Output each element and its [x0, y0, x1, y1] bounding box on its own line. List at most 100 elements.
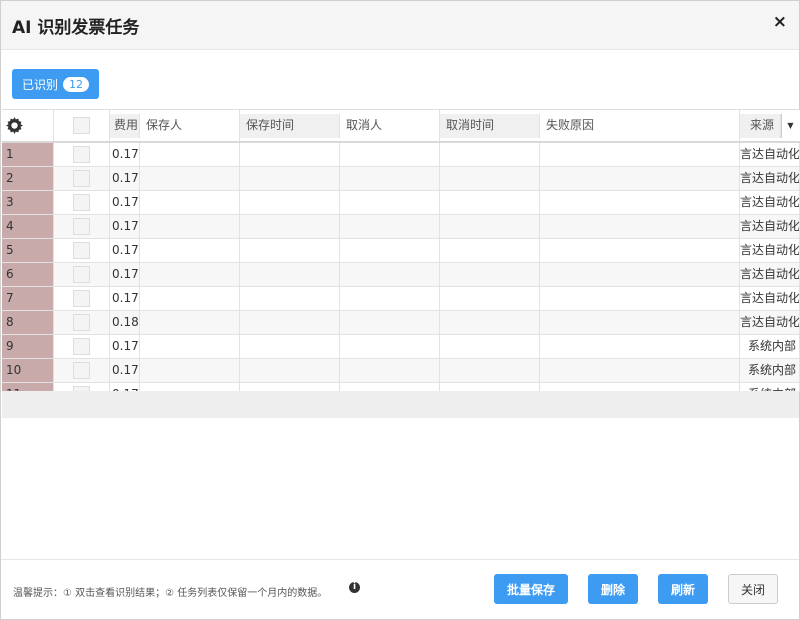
- row-fail-reason: [540, 167, 740, 191]
- row-fee: 0.18: [110, 311, 140, 335]
- col-cancel-time[interactable]: 取消时间: [440, 114, 540, 138]
- row-fail-reason: [540, 263, 740, 287]
- row-number: 6: [2, 263, 54, 287]
- row-checkbox[interactable]: [73, 290, 90, 307]
- row-source: 言达自动化: [740, 215, 800, 239]
- close-icon[interactable]: ×: [773, 12, 787, 32]
- dialog-footer: 温馨提示：① 双击查看识别结果；② 任务列表仅保留一个月内的数据。 i 批量保存…: [1, 559, 799, 619]
- row-fail-reason: [540, 311, 740, 335]
- hint-text: 温馨提示：① 双击查看识别结果；② 任务列表仅保留一个月内的数据。: [13, 588, 328, 599]
- row-saver: [140, 335, 240, 359]
- row-fail-reason: [540, 215, 740, 239]
- info-icon[interactable]: i: [349, 582, 360, 593]
- row-fee: 0.17: [110, 167, 140, 191]
- row-cancel-time: [440, 287, 540, 311]
- row-saver: [140, 215, 240, 239]
- row-cancel-time: [440, 239, 540, 263]
- row-source: 言达自动化: [740, 263, 800, 287]
- settings-header[interactable]: [2, 110, 54, 141]
- row-saver: [140, 143, 240, 167]
- row-cancel-time: [440, 215, 540, 239]
- row-checkbox-cell: [54, 191, 110, 215]
- tab-count-badge: 12: [63, 76, 89, 92]
- row-canceler: [340, 311, 440, 335]
- chevron-down-icon[interactable]: ▼: [781, 114, 799, 138]
- row-checkbox[interactable]: [73, 194, 90, 211]
- row-cancel-time: [440, 335, 540, 359]
- select-all-checkbox[interactable]: [73, 117, 90, 134]
- row-canceler: [340, 143, 440, 167]
- col-fee[interactable]: 费用: [110, 114, 140, 138]
- invoice-task-dialog: AI 识别发票任务 × 已识别 12 费用 保存人 保存时间 取消人 取消时间 …: [0, 0, 800, 620]
- row-fail-reason: [540, 143, 740, 167]
- select-all-header: [54, 110, 110, 141]
- row-source: 系统内部: [740, 335, 800, 359]
- row-checkbox[interactable]: [73, 242, 90, 259]
- row-source: 言达自动化: [740, 191, 800, 215]
- row-source: 言达自动化: [740, 239, 800, 263]
- col-source[interactable]: 来源: [740, 114, 781, 138]
- row-checkbox[interactable]: [73, 338, 90, 355]
- row-checkbox-cell: [54, 335, 110, 359]
- row-checkbox[interactable]: [73, 170, 90, 187]
- row-checkbox[interactable]: [73, 218, 90, 235]
- row-number: 1: [2, 143, 54, 167]
- row-canceler: [340, 263, 440, 287]
- row-save-time: [240, 263, 340, 287]
- row-cancel-time: [440, 143, 540, 167]
- tab-recognized[interactable]: 已识别 12: [12, 69, 99, 99]
- dialog-title: AI 识别发票任务: [12, 18, 140, 38]
- task-grid: 费用 保存人 保存时间 取消人 取消时间 失败原因 来源 ▼ 1 0.17 言达自动…: [2, 109, 800, 392]
- row-checkbox-cell: [54, 359, 110, 383]
- refresh-button[interactable]: 刷新: [658, 574, 708, 604]
- col-saver[interactable]: 保存人: [140, 110, 240, 141]
- row-number: 2: [2, 167, 54, 191]
- row-checkbox[interactable]: [73, 362, 90, 379]
- row-canceler: [340, 335, 440, 359]
- row-save-time: [240, 143, 340, 167]
- row-canceler: [340, 239, 440, 263]
- row-fail-reason: [540, 287, 740, 311]
- row-cancel-time: [440, 311, 540, 335]
- row-checkbox-cell: [54, 167, 110, 191]
- row-checkbox-cell: [54, 287, 110, 311]
- row-source: 言达自动化: [740, 287, 800, 311]
- row-save-time: [240, 287, 340, 311]
- row-save-time: [240, 311, 340, 335]
- row-saver: [140, 239, 240, 263]
- row-number: 3: [2, 191, 54, 215]
- grid-scroll-footer: [2, 391, 799, 418]
- grid-header: 费用 保存人 保存时间 取消人 取消时间 失败原因 来源 ▼: [2, 110, 800, 143]
- row-saver: [140, 311, 240, 335]
- batch-save-button[interactable]: 批量保存: [494, 574, 568, 604]
- delete-button[interactable]: 删除: [588, 574, 638, 604]
- row-source: 言达自动化: [740, 143, 800, 167]
- row-number: 7: [2, 287, 54, 311]
- row-number: 10: [2, 359, 54, 383]
- row-saver: [140, 287, 240, 311]
- row-fee: 0.17: [110, 191, 140, 215]
- row-fail-reason: [540, 359, 740, 383]
- col-canceler[interactable]: 取消人: [340, 110, 440, 141]
- col-save-time[interactable]: 保存时间: [240, 114, 340, 138]
- gear-icon[interactable]: [6, 117, 23, 134]
- row-checkbox[interactable]: [73, 314, 90, 331]
- row-fee: 0.17: [110, 287, 140, 311]
- col-fail-reason[interactable]: 失败原因: [540, 110, 740, 141]
- row-fee: 0.17: [110, 263, 140, 287]
- row-number: 4: [2, 215, 54, 239]
- row-save-time: [240, 359, 340, 383]
- row-save-time: [240, 167, 340, 191]
- row-checkbox[interactable]: [73, 146, 90, 163]
- row-cancel-time: [440, 359, 540, 383]
- row-saver: [140, 263, 240, 287]
- row-checkbox-cell: [54, 311, 110, 335]
- row-save-time: [240, 191, 340, 215]
- row-fee: 0.17: [110, 239, 140, 263]
- close-button[interactable]: 关闭: [728, 574, 778, 604]
- row-cancel-time: [440, 191, 540, 215]
- row-fee: 0.17: [110, 359, 140, 383]
- row-fail-reason: [540, 191, 740, 215]
- row-checkbox[interactable]: [73, 266, 90, 283]
- tab-recognized-label: 已识别: [21, 77, 58, 92]
